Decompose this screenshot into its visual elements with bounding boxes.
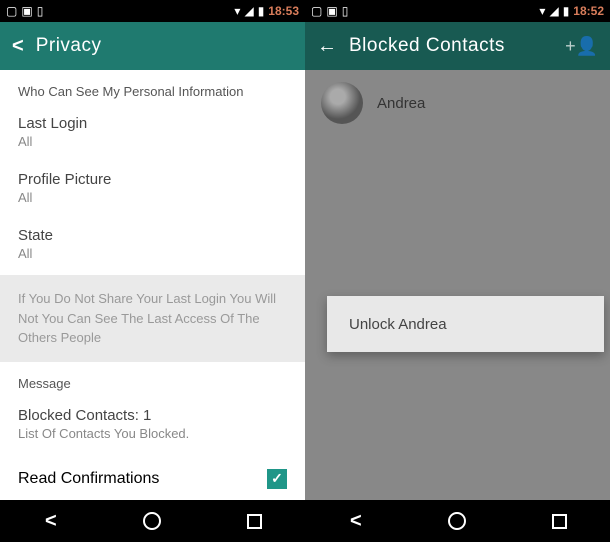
back-icon[interactable]: <	[12, 35, 24, 58]
battery-icon: ▮	[258, 4, 265, 18]
nav-home-button[interactable]	[132, 501, 172, 541]
read-confirmations-label: Read Confirmations	[18, 470, 159, 488]
info-section-header: Who Can See My Personal Information	[0, 70, 305, 107]
read-confirmations-checkbox[interactable]: ✓	[267, 469, 287, 489]
nav-recent-button[interactable]	[234, 501, 274, 541]
blocked-content: Andrea Unlock Andrea	[305, 70, 610, 500]
blocked-contacts-option[interactable]: Blocked Contacts: 1 List Of Contacts You…	[0, 399, 305, 455]
cast-icon: ▣	[21, 4, 32, 18]
blocked-contact-row[interactable]: Andrea	[305, 70, 610, 136]
read-confirmations-row[interactable]: Read Confirmations ✓	[0, 455, 305, 501]
profile-picture-option[interactable]: Profile Picture All	[0, 163, 305, 219]
nav-back-button[interactable]: <	[31, 501, 71, 541]
last-login-note: If You Do Not Share Your Last Login You …	[0, 275, 305, 362]
signal-icon: ◢	[549, 4, 558, 18]
clock: 18:53	[268, 4, 299, 18]
status-bar: ▢ ▣ ▯ ▾ ◢ ▮ 18:53	[0, 0, 305, 22]
page-title: Privacy	[36, 35, 102, 57]
last-login-title: Last Login	[18, 115, 287, 132]
nav-bar: <	[0, 500, 305, 542]
wifi-icon: ▾	[539, 4, 545, 18]
nav-back-button[interactable]: <	[336, 501, 376, 541]
device-icon: ▯	[37, 4, 44, 18]
unlock-label: Unlock Andrea	[349, 316, 447, 333]
privacy-appbar: < Privacy	[0, 22, 305, 70]
phone-icon: ▢	[311, 4, 322, 18]
message-section-header: Message	[0, 362, 305, 399]
clock: 18:52	[573, 4, 604, 18]
back-arrow-icon[interactable]: ←	[317, 35, 337, 58]
avatar	[321, 82, 363, 124]
nav-bar: <	[305, 500, 610, 542]
signal-icon: ◢	[244, 4, 253, 18]
page-title: Blocked Contacts	[349, 35, 505, 57]
privacy-screen: ▢ ▣ ▯ ▾ ◢ ▮ 18:53 < Privacy Who Can See …	[0, 0, 305, 542]
state-title: State	[18, 227, 287, 244]
device-icon: ▯	[342, 4, 349, 18]
last-login-option[interactable]: Last Login All	[0, 107, 305, 163]
contact-name: Andrea	[377, 95, 425, 112]
blocked-contacts-subtitle: List Of Contacts You Blocked.	[18, 426, 287, 441]
nav-home-button[interactable]	[437, 501, 477, 541]
state-value: All	[18, 246, 287, 261]
state-option[interactable]: State All	[0, 219, 305, 275]
status-bar: ▢ ▣ ▯ ▾ ◢ ▮ 18:52	[305, 0, 610, 22]
battery-icon: ▮	[563, 4, 570, 18]
last-login-value: All	[18, 134, 287, 149]
profile-picture-title: Profile Picture	[18, 171, 287, 188]
wifi-icon: ▾	[234, 4, 240, 18]
phone-icon: ▢	[6, 4, 17, 18]
add-contact-icon[interactable]: +👤	[565, 36, 598, 57]
privacy-content: Who Can See My Personal Information Last…	[0, 70, 305, 500]
unlock-popup[interactable]: Unlock Andrea	[327, 296, 604, 352]
profile-picture-value: All	[18, 190, 287, 205]
blocked-contacts-screen: ▢ ▣ ▯ ▾ ◢ ▮ 18:52 ← Blocked Contacts +👤 …	[305, 0, 610, 542]
blocked-appbar: ← Blocked Contacts +👤	[305, 22, 610, 70]
cast-icon: ▣	[326, 4, 337, 18]
blocked-contacts-title: Blocked Contacts: 1	[18, 407, 287, 424]
nav-recent-button[interactable]	[539, 501, 579, 541]
